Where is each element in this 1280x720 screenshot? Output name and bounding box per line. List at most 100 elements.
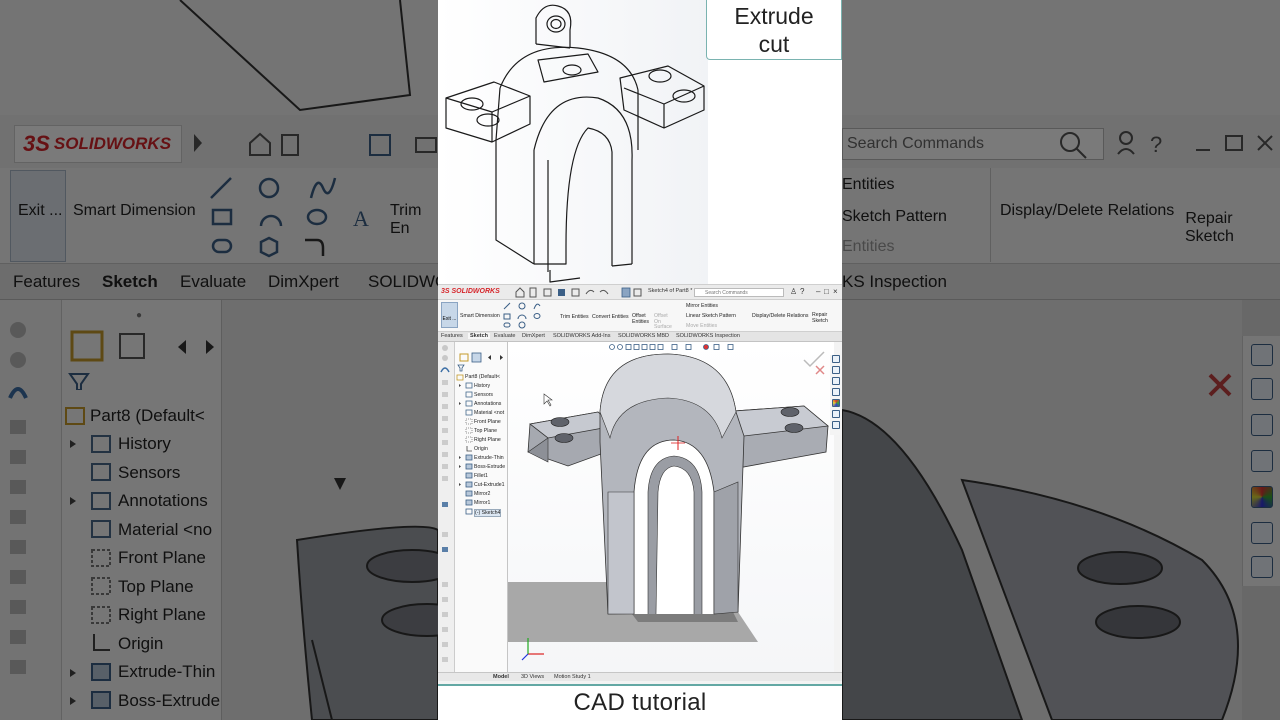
background-left: 3S SOLIDWORKS Exit ... Smart Dimension T… bbox=[0, 0, 438, 720]
center-panel: Extrude cut 3S SOLIDWORKS Sketch4 of Par… bbox=[438, 0, 842, 720]
bg-tree-item: Right Plane bbox=[118, 605, 206, 624]
bg-move-entities-label: Entities bbox=[842, 238, 895, 255]
help-icon[interactable]: ? bbox=[800, 287, 804, 297]
bg-mirror-entities-label: Entities bbox=[842, 176, 895, 193]
task-pane-tabs bbox=[830, 355, 842, 435]
bg-right-window-icons: ? bbox=[1060, 131, 1273, 159]
video-caption: CAD tutorial bbox=[573, 689, 707, 716]
tab-features[interactable]: Features bbox=[441, 333, 463, 339]
offset-on-surface-button[interactable]: Offset On Surface bbox=[654, 313, 676, 331]
bg-tree-item: History bbox=[118, 434, 171, 453]
sw-left-iconbar bbox=[438, 342, 455, 672]
sw-brand-label: SOLIDWORKS bbox=[451, 288, 500, 295]
bg-tab-dimxpert: DimXpert bbox=[268, 272, 339, 291]
bg-toolbar-icons bbox=[194, 132, 437, 156]
trim-entities-button[interactable]: Trim Entities bbox=[560, 314, 589, 320]
bg-tree-item: Front Plane bbox=[118, 548, 206, 567]
sw-quick-access-toolbar bbox=[515, 287, 642, 298]
custom-properties-icon[interactable] bbox=[832, 410, 840, 418]
bg-repair-line2: Sketch bbox=[1185, 228, 1234, 245]
bg-tree-item: Extrude-Thin bbox=[118, 662, 216, 681]
tab-3d-views[interactable]: 3D Views bbox=[521, 674, 544, 680]
view-palette-icon bbox=[1251, 450, 1273, 472]
bg-tab-solidworks: SOLIDWO bbox=[368, 272, 438, 291]
convert-entities-button[interactable]: Convert Entities bbox=[592, 314, 629, 320]
bg-brand-label: SOLIDWORKS bbox=[53, 134, 172, 153]
bg-tree-item: Sensors bbox=[118, 463, 181, 482]
mirror-entities-button[interactable]: Mirror Entities bbox=[686, 303, 718, 309]
ds-logo-icon: 3S bbox=[23, 131, 50, 156]
bg-right-part-closeup bbox=[842, 373, 1239, 720]
user-icon[interactable]: ♙ bbox=[790, 287, 797, 297]
exit-sketch-button[interactable]: Exit ... bbox=[441, 302, 458, 328]
tab-model[interactable]: Model bbox=[493, 674, 509, 680]
bg-drawing-lines bbox=[179, 0, 412, 112]
bg-tree-item: Annotations bbox=[118, 491, 208, 510]
forum-icon[interactable] bbox=[832, 421, 840, 429]
graphics-area[interactable] bbox=[508, 342, 834, 672]
move-entities-button[interactable]: Move Entities bbox=[686, 323, 717, 329]
bottom-tabs: Model 3D Views Motion Study 1 bbox=[438, 672, 842, 681]
sw-search-commands[interactable]: Search Commands bbox=[694, 288, 784, 297]
close-icon[interactable]: × bbox=[833, 287, 838, 297]
isometric-part-linework bbox=[445, 4, 705, 283]
design-library-icon[interactable] bbox=[832, 366, 840, 374]
bg-solidworks-logo: 3S SOLIDWORKS bbox=[14, 125, 182, 163]
sw-command-tabs: Features Sketch Evaluate DimXpert SOLIDW… bbox=[438, 332, 842, 342]
tab-motion-study[interactable]: Motion Study 1 bbox=[554, 674, 591, 680]
forum-icon bbox=[1251, 556, 1273, 578]
video-frame: 3S SOLIDWORKS Exit ... Smart Dimension T… bbox=[0, 0, 1280, 720]
tab-sketch[interactable]: Sketch bbox=[468, 333, 491, 339]
tab-inspection[interactable]: SOLIDWORKS Inspection bbox=[676, 333, 740, 339]
bg-tab-inspection: KS Inspection bbox=[842, 272, 947, 291]
repair-sketch-button[interactable]: Repair Sketch bbox=[812, 312, 830, 324]
bg-smart-dimension-label: Smart Dimension bbox=[73, 202, 196, 219]
bg-tree-item: Top Plane bbox=[118, 577, 194, 596]
part-3d-model bbox=[508, 344, 829, 661]
bg-tab-sketch: Sketch bbox=[102, 272, 158, 291]
bg-tree-item: Origin bbox=[118, 634, 164, 653]
callout-line-1: Extrude bbox=[734, 2, 814, 29]
sw-left-icons bbox=[440, 345, 450, 662]
bg-left-iconbar bbox=[0, 300, 62, 720]
exit-sketch-label: Exit ... bbox=[442, 316, 457, 322]
sw-titlebar: 3S SOLIDWORKS Sketch4 of Part8 * Search … bbox=[438, 285, 842, 300]
bg-drawing-area bbox=[0, 0, 438, 115]
svg-text:●: ● bbox=[136, 310, 142, 321]
tab-evaluate[interactable]: Evaluate bbox=[494, 333, 515, 339]
step-callout: Extrude cut bbox=[706, 0, 842, 60]
bg-tree-item: Material <no bbox=[118, 520, 213, 539]
callout-line-2: cut bbox=[758, 30, 790, 57]
sketch-entity-tools bbox=[503, 302, 541, 329]
tab-dimxpert[interactable]: DimXpert bbox=[522, 333, 545, 339]
tree-item-icons bbox=[456, 374, 473, 515]
offset-entities-button[interactable]: Offset Entities bbox=[632, 313, 654, 325]
isometric-drawing bbox=[438, 0, 708, 284]
bg-part-closeup bbox=[295, 478, 438, 720]
file-explorer-icon[interactable] bbox=[832, 377, 840, 385]
bg-tree-header-icons: ● bbox=[68, 310, 214, 391]
maximize-icon[interactable]: □ bbox=[824, 287, 829, 297]
display-delete-relations-button[interactable]: Display/Delete Relations bbox=[752, 313, 809, 319]
smart-dimension-button[interactable]: Smart Dimension bbox=[460, 313, 500, 319]
bg-left-icons bbox=[8, 322, 28, 674]
minimize-icon[interactable]: – bbox=[816, 287, 820, 297]
sw-document-title: Sketch4 of Part8 * bbox=[648, 288, 693, 294]
solidworks-window: 3S SOLIDWORKS Sketch4 of Part8 * Search … bbox=[438, 284, 842, 684]
bg-graphics-area bbox=[222, 300, 438, 720]
bg-command-tabs: Features Sketch Evaluate DimXpert SOLIDW… bbox=[0, 264, 438, 300]
bg-right-top bbox=[842, 0, 1280, 115]
bg-repair-sketch-label: Repair Sketch bbox=[1185, 210, 1234, 246]
bg-tab-features: Features bbox=[13, 272, 81, 291]
tab-mbd[interactable]: SOLIDWORKS MBD bbox=[618, 333, 669, 339]
svg-text:A: A bbox=[353, 206, 369, 231]
linear-sketch-pattern-button[interactable]: Linear Sketch Pattern bbox=[686, 313, 736, 319]
bg-ribbon: Exit ... Smart Dimension Trim En A bbox=[0, 168, 438, 264]
appearances-icon[interactable] bbox=[832, 399, 840, 407]
sw-command-manager: Exit ... Smart Dimension Trim Entities C… bbox=[438, 300, 842, 332]
home-icon bbox=[1251, 344, 1273, 366]
tab-addins[interactable]: SOLIDWORKS Add-Ins bbox=[553, 333, 610, 339]
home-icon[interactable] bbox=[832, 355, 840, 363]
bg-right-tabs: KS Inspection bbox=[842, 264, 1280, 300]
view-palette-icon[interactable] bbox=[832, 388, 840, 396]
